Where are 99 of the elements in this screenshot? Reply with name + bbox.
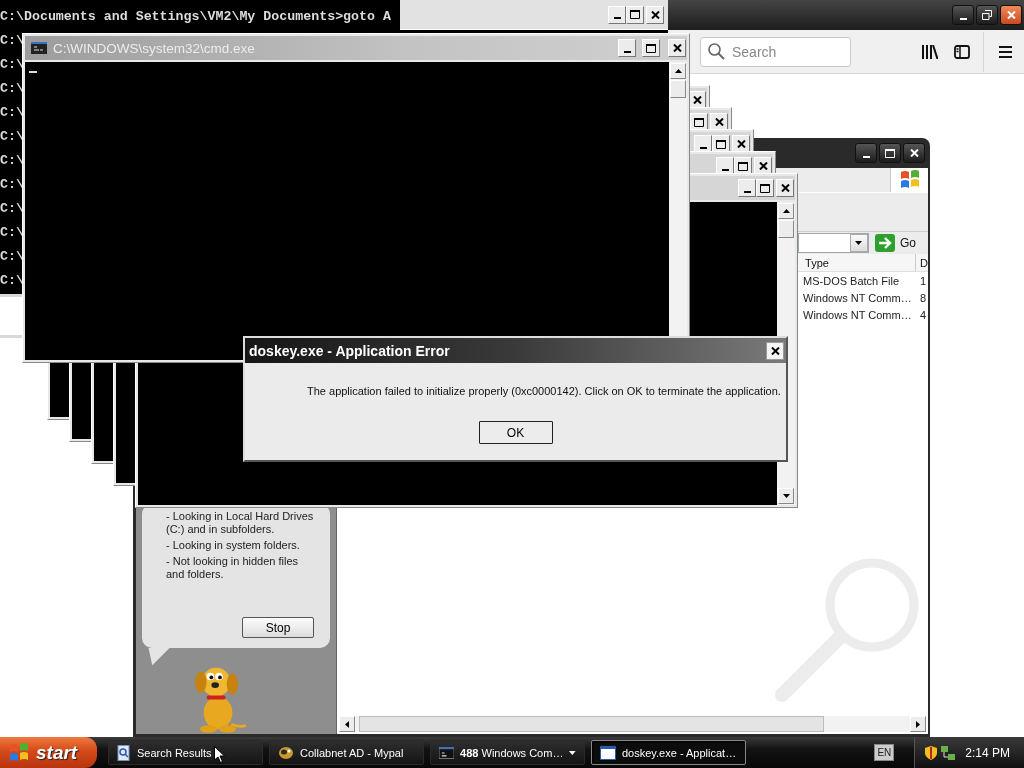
taskbar-button[interactable]: Search Results (108, 740, 263, 765)
caret-icon (345, 720, 350, 728)
close-icon (736, 140, 746, 148)
caret-icon (855, 241, 863, 245)
language-indicator[interactable]: EN (874, 744, 895, 761)
close-icon (714, 118, 724, 126)
library-icon (922, 44, 938, 59)
console-line: C:\Documents and Settings\VM2\My Documents>goto A (0, 8, 391, 26)
maximize-button[interactable] (879, 143, 901, 163)
maximize-icon (694, 117, 704, 127)
flag-icon (898, 170, 921, 190)
taskbar-button[interactable]: Collabnet AD - Mypal (269, 740, 424, 765)
ok-button[interactable]: OK (478, 421, 553, 444)
console-line: C:\ (0, 224, 24, 242)
scroll-thumb[interactable] (359, 716, 825, 732)
search-icon (708, 42, 725, 60)
scroll-up-button[interactable] (670, 63, 686, 79)
status-text: - Looking in Local Hard Drives (C:) and in subfolders. (166, 510, 315, 536)
taskbar-button[interactable]: 488 Windows Com… (430, 740, 585, 765)
taskbar-button[interactable]: doskey.exe - Applicat… (591, 740, 746, 765)
arrow-icon (875, 234, 895, 252)
close-icon (758, 162, 768, 170)
text-cursor (29, 71, 37, 73)
console-line: C:\ (0, 104, 24, 122)
maximize-icon (630, 10, 640, 19)
scroll-down-button[interactable] (778, 488, 794, 504)
status-text: - Looking in system folders. (166, 539, 301, 552)
caret-icon (782, 209, 790, 213)
close-icon (650, 10, 660, 19)
console-line: C:\ (0, 176, 24, 194)
mouse-pointer-icon (214, 746, 225, 763)
maximize-icon (646, 43, 656, 53)
search-window-icon (117, 744, 131, 761)
close-icon (1006, 11, 1016, 19)
minimize-icon (862, 155, 870, 158)
caret-icon (916, 720, 920, 728)
column-header[interactable]: D (916, 254, 928, 271)
console-line: C:\ (0, 248, 24, 266)
table-cell-text: Windows NT Comm… (802, 308, 913, 321)
search-field[interactable]: Search (700, 36, 851, 67)
shield-icon[interactable] (925, 745, 938, 760)
dialog-title: doskey.exe - Application Error (249, 342, 451, 359)
start-button[interactable]: start (0, 737, 97, 768)
minimize-icon (699, 146, 707, 149)
table-cell-text: Windows NT Comm… (802, 291, 913, 304)
close-icon (692, 96, 702, 104)
console-line: C:\ (0, 128, 24, 146)
close-icon (780, 184, 790, 192)
maximize-icon (716, 139, 726, 149)
console-line: C:\ (0, 56, 24, 74)
clock: 2:14 PM (965, 745, 1010, 760)
menu-icon (998, 45, 1012, 58)
status-text: - Not looking in hidden files and folders. (166, 555, 300, 581)
minimize-button[interactable] (952, 5, 974, 25)
scroll-up-button[interactable] (778, 203, 794, 219)
close-icon (672, 44, 682, 52)
window-icon (600, 745, 616, 760)
network-icon[interactable] (941, 745, 956, 760)
error-message: The application failed to initialize properly (0xc0000142). Click on OK to terminate the application. (307, 385, 782, 397)
close-icon (909, 149, 919, 157)
sidebar-icon (954, 44, 970, 59)
go-button[interactable]: Go (873, 234, 918, 252)
console-icon (31, 42, 47, 54)
minimize-icon (613, 17, 621, 19)
table-cell-text: 1 (919, 274, 928, 287)
table-cell-text: 4 (919, 308, 928, 321)
caret-icon (782, 494, 790, 498)
console-line: C:\ (0, 32, 24, 50)
minimize-button[interactable] (855, 143, 877, 163)
maximize-icon (760, 183, 770, 193)
column-header[interactable]: Type (799, 254, 917, 271)
restore-button[interactable] (976, 5, 998, 25)
minimize-icon (721, 168, 729, 171)
console-line: C:\ (0, 80, 24, 98)
console-line: C:\ (0, 152, 24, 170)
dropdown-button[interactable] (850, 234, 868, 252)
minimize-icon (623, 50, 631, 53)
address-field[interactable] (798, 233, 869, 253)
minimize-icon (959, 17, 967, 20)
maximize-icon (738, 161, 748, 171)
console-line: C:\ (0, 272, 24, 290)
close-button[interactable] (1000, 5, 1022, 25)
maximize-icon (885, 148, 895, 158)
app-icon (278, 745, 294, 760)
stop-button[interactable]: Stop (242, 617, 314, 638)
scroll-right-button[interactable] (910, 716, 926, 732)
close-button[interactable] (903, 143, 925, 163)
console-line: C:\ (0, 200, 24, 218)
window-title: C:\WINDOWS\system32\cmd.exe (53, 40, 256, 56)
restore-icon (982, 10, 992, 20)
horizontal-scrollbar[interactable] (339, 716, 926, 732)
table-cell-text: 8 (919, 291, 928, 304)
table-cell-text: MS-DOS Batch File (802, 274, 900, 287)
flag-icon (8, 742, 30, 763)
console-icon (439, 746, 455, 759)
close-button[interactable] (766, 341, 784, 360)
caret-icon (674, 69, 682, 73)
scroll-left-button[interactable] (339, 716, 356, 732)
close-icon (770, 346, 780, 355)
